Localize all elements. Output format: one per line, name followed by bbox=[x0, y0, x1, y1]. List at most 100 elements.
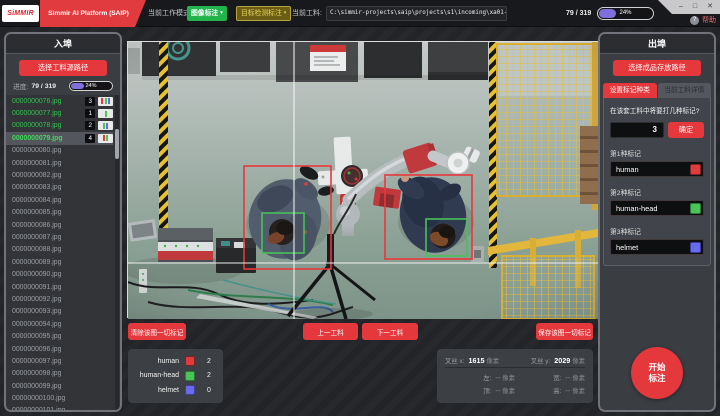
start-annotation-button[interactable]: 开始标注 bbox=[631, 347, 683, 399]
box-left-value: -- bbox=[495, 373, 500, 382]
crosshair-y-value: 2029 bbox=[554, 356, 570, 365]
mark-color-swatch[interactable] bbox=[690, 164, 701, 175]
minimize-button[interactable]: – bbox=[679, 0, 683, 14]
scrollbar-thumb[interactable] bbox=[115, 129, 119, 159]
annotation-canvas[interactable] bbox=[127, 41, 603, 318]
file-row[interactable]: 0000000078.jpg2 bbox=[6, 120, 113, 132]
file-name: 00000000101.jpg bbox=[12, 407, 65, 410]
mark-count-input[interactable]: 3 bbox=[610, 122, 664, 138]
mark-config-box: 在该套工料中将要打几种标记? 3 确定 第1种标记human第2种标记human… bbox=[603, 98, 711, 266]
file-row[interactable]: 0000000097.jpg bbox=[6, 355, 113, 367]
mark-color-swatch[interactable] bbox=[690, 203, 701, 214]
tab-item-details[interactable]: 当前工料详情 bbox=[658, 83, 712, 98]
file-row[interactable]: 0000000089.jpg bbox=[6, 256, 113, 268]
file-row[interactable]: 0000000088.jpg bbox=[6, 244, 113, 256]
vignette bbox=[128, 42, 604, 319]
tab-mark-types[interactable]: 设置标记种类 bbox=[603, 83, 657, 98]
file-name: 0000000095.jpg bbox=[12, 333, 61, 340]
crosshair-x-label: 叉丝 x: bbox=[445, 356, 465, 365]
chevron-down-icon: ▾ bbox=[220, 10, 223, 16]
file-name: 0000000081.jpg bbox=[12, 160, 61, 167]
file-row[interactable]: 0000000087.jpg bbox=[6, 231, 113, 243]
mark-name-input[interactable]: human bbox=[610, 161, 704, 177]
previous-item-button[interactable]: 上一工料 bbox=[303, 323, 358, 340]
help-button[interactable]: ? 帮助 bbox=[690, 15, 716, 25]
file-name: 0000000097.jpg bbox=[12, 358, 61, 365]
save-marks-button[interactable]: 保存该图一切标记 bbox=[536, 323, 593, 340]
file-name: 0000000085.jpg bbox=[12, 209, 61, 216]
file-row[interactable]: 0000000082.jpg bbox=[6, 169, 113, 181]
input-progress-row: 进度: 79 / 319 24% bbox=[6, 81, 120, 95]
legend-color-swatch bbox=[185, 371, 195, 381]
file-row[interactable]: 0000000085.jpg bbox=[6, 207, 113, 219]
file-row[interactable]: 00000000101.jpg bbox=[6, 405, 113, 410]
output-panel-title: 出埠 bbox=[600, 34, 714, 54]
legend-count: 2 bbox=[207, 372, 211, 379]
file-annotation-count: 4 bbox=[85, 134, 95, 143]
legend-count: 2 bbox=[207, 358, 211, 365]
file-row[interactable]: 0000000084.jpg bbox=[6, 194, 113, 206]
file-row[interactable]: 0000000076.jpg3 bbox=[6, 95, 113, 107]
file-name: 0000000086.jpg bbox=[12, 222, 61, 229]
box-width-label: 宽: bbox=[553, 373, 561, 382]
file-row[interactable]: 0000000099.jpg bbox=[6, 380, 113, 392]
file-row[interactable]: 0000000077.jpg1 bbox=[6, 107, 113, 119]
mark-color-swatch[interactable] bbox=[690, 242, 701, 253]
file-row[interactable]: 0000000080.jpg bbox=[6, 145, 113, 157]
file-row[interactable]: 0000000086.jpg bbox=[6, 219, 113, 231]
mark-name-input[interactable]: human-head bbox=[610, 200, 704, 216]
file-name: 0000000083.jpg bbox=[12, 184, 61, 191]
global-progress-bar: 24% bbox=[597, 7, 654, 20]
file-row[interactable]: 0000000098.jpg bbox=[6, 368, 113, 380]
current-file-path[interactable]: C:\simmir-projects\saip\projects\s1\inco… bbox=[326, 6, 507, 21]
output-tabs: 设置标记种类 当前工料详情 bbox=[603, 83, 711, 98]
file-row[interactable]: 0000000095.jpg bbox=[6, 330, 113, 342]
mark-name-input[interactable]: helmet bbox=[610, 239, 704, 255]
file-class-indicator bbox=[98, 134, 113, 143]
file-counter: 79 / 319 bbox=[566, 0, 591, 27]
file-row[interactable]: 0000000081.jpg bbox=[6, 157, 113, 169]
file-name: 0000000099.jpg bbox=[12, 383, 61, 390]
progress-percent: 24% bbox=[598, 8, 653, 19]
mode-dropdown-object-detection[interactable]: 目标检测标注▾ bbox=[236, 6, 291, 21]
file-row[interactable]: 0000000083.jpg bbox=[6, 182, 113, 194]
mark-name-value: human-head bbox=[611, 204, 690, 213]
current-file-label: 当前工料: bbox=[292, 0, 322, 27]
file-name: 0000000092.jpg bbox=[12, 296, 61, 303]
maximize-button[interactable]: □ bbox=[693, 0, 697, 14]
select-output-path-button[interactable]: 选择成品存放路径 bbox=[613, 60, 701, 76]
app-title-banner: Simmir AI Platform (SAIP) bbox=[40, 0, 146, 27]
file-row[interactable]: 0000000092.jpg bbox=[6, 293, 113, 305]
crosshair-x-value: 1615 bbox=[469, 356, 485, 365]
file-row[interactable]: 0000000093.jpg bbox=[6, 306, 113, 318]
mode-dropdown-image-annotation[interactable]: 图像标注▾ bbox=[187, 6, 227, 21]
clear-marks-button[interactable]: 清除该图一切标记 bbox=[128, 323, 186, 340]
file-row[interactable]: 0000000094.jpg bbox=[6, 318, 113, 330]
confirm-button[interactable]: 确定 bbox=[668, 122, 704, 138]
box-top-label: 顶: bbox=[483, 386, 491, 395]
progress-label: 进度: bbox=[13, 81, 28, 91]
box-top-value: -- bbox=[495, 386, 500, 395]
file-name: 0000000089.jpg bbox=[12, 259, 61, 266]
select-source-path-button[interactable]: 选择工料源路径 bbox=[19, 60, 107, 76]
file-name: 0000000088.jpg bbox=[12, 246, 61, 253]
file-row[interactable]: 0000000096.jpg bbox=[6, 343, 113, 355]
work-mode-label: 当前工作模式: bbox=[148, 0, 192, 27]
file-row[interactable]: 00000000100.jpg bbox=[6, 392, 113, 404]
mark-fields: 第1种标记human第2种标记human-head第3种标记helmet bbox=[610, 148, 704, 255]
close-button[interactable]: ✕ bbox=[707, 0, 713, 14]
file-name: 0000000087.jpg bbox=[12, 234, 61, 241]
progress-percent: 24% bbox=[70, 82, 112, 90]
file-row[interactable]: 0000000079.jpg4 bbox=[6, 132, 113, 144]
file-row[interactable]: 0000000091.jpg bbox=[6, 281, 113, 293]
file-name: 0000000080.jpg bbox=[12, 147, 61, 154]
next-item-button[interactable]: 下一工料 bbox=[362, 323, 418, 340]
crosshair-y-label: 叉丝 y: bbox=[531, 356, 551, 365]
file-name: 0000000077.jpg bbox=[12, 110, 61, 117]
file-name: 0000000078.jpg bbox=[12, 122, 61, 129]
file-name: 0000000091.jpg bbox=[12, 284, 61, 291]
legend-label: human-head bbox=[135, 372, 179, 379]
file-row[interactable]: 0000000090.jpg bbox=[6, 268, 113, 280]
file-name: 0000000076.jpg bbox=[12, 98, 61, 105]
file-name: 0000000094.jpg bbox=[12, 321, 61, 328]
